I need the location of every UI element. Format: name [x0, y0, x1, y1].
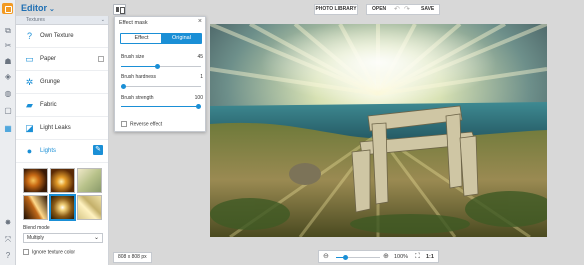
reverse-effect-checkbox[interactable]: Reverse effect	[121, 121, 162, 127]
brush-size-value: 45	[197, 54, 203, 60]
photo-image	[210, 24, 547, 237]
tool-strip: ⧉ ✂ ☗ ◈ ◍ ▢ ▦ ✸ ⤧ ?	[0, 0, 16, 265]
actual-size-button[interactable]: 1:1	[426, 253, 434, 261]
brush-size-row: Brush size 45	[121, 54, 203, 60]
brush-size-label: Brush size	[121, 54, 145, 60]
category-label: Own Texture	[40, 33, 74, 39]
category-fabric[interactable]: ▰ Fabric	[16, 94, 108, 117]
category-label: Fabric	[40, 102, 57, 108]
texture-thumbnail[interactable]	[77, 168, 102, 193]
blend-mode-select[interactable]: Multiply ⌄	[23, 233, 103, 243]
help-icon[interactable]: ?	[3, 251, 13, 261]
zoom-bar: ⊖ ⊕ 100% ⛶ 1:1	[318, 250, 439, 263]
grunge-icon: ✲	[25, 77, 34, 87]
effect-mask-dialog: Effect mask × Effect Original Brush size…	[114, 16, 206, 132]
panel-section-header[interactable]: Textures ⌄	[16, 16, 108, 25]
slider-track-rest	[122, 86, 201, 87]
texture-thumbnail[interactable]	[77, 195, 102, 220]
photo-library-button[interactable]: PHOTO LIBRARY	[314, 4, 358, 15]
mask-mode-toggle: Effect Original	[120, 33, 202, 44]
image-icon	[98, 56, 104, 62]
category-label: Light Leaks	[40, 125, 71, 131]
image-dimensions: 808 x 808 px	[113, 252, 152, 263]
section-title: Textures	[26, 17, 45, 23]
close-icon[interactable]: ×	[198, 18, 202, 25]
brush-size-slider[interactable]	[121, 64, 201, 69]
brush-strength-row: Brush strength 100	[121, 95, 203, 101]
reverse-effect-label: Reverse effect	[130, 121, 163, 128]
compare-split-button[interactable]	[113, 4, 126, 15]
fit-screen-icon[interactable]: ⛶	[415, 252, 420, 261]
chevron-down-icon: ⌄	[49, 6, 55, 13]
touch-up-icon[interactable]: ☗	[3, 57, 13, 67]
photo-canvas[interactable]	[210, 24, 547, 237]
brush-hardness-row: Brush hardness 1	[121, 74, 203, 80]
category-lights[interactable]: ● Lights ✎	[16, 140, 108, 163]
ignore-texture-color-label: Ignore texture color	[32, 249, 76, 256]
ignore-texture-color-checkbox[interactable]: Ignore texture color	[23, 249, 75, 255]
chevron-down-icon: ⌄	[93, 235, 99, 241]
lights-icon: ●	[26, 146, 33, 156]
undo-icon[interactable]: ↶	[394, 5, 400, 14]
chevron-down-icon: ⌄	[100, 17, 105, 23]
category-label: Paper	[40, 56, 57, 62]
zoom-slider[interactable]	[336, 255, 380, 260]
textures-icon[interactable]: ▦	[3, 124, 13, 134]
fabric-icon: ▰	[26, 100, 33, 110]
open-button[interactable]: OPEN	[372, 5, 386, 14]
slider-handle[interactable]	[196, 104, 201, 109]
category-light-leaks[interactable]: ◪ Light Leaks	[16, 117, 108, 140]
app-logo-icon[interactable]	[2, 3, 13, 14]
category-paper[interactable]: ▭ Paper	[16, 48, 108, 71]
fullscreen-icon[interactable]: ⤧	[3, 235, 13, 245]
zoom-in-icon[interactable]: ⊕	[383, 253, 389, 261]
effects-icon[interactable]: ◍	[3, 89, 13, 99]
brush-hardness-slider[interactable]	[121, 84, 201, 89]
texture-thumbnail[interactable]	[23, 195, 48, 220]
texture-thumbnail-selected[interactable]	[50, 195, 75, 220]
blend-mode-label: Blend mode	[23, 225, 50, 231]
texture-thumbnail[interactable]	[50, 168, 75, 193]
bulb-icon[interactable]: ✸	[3, 218, 13, 228]
app-title[interactable]: Editor ⌄	[21, 3, 55, 13]
zoom-slider-handle[interactable]	[343, 255, 348, 260]
category-label: Grunge	[40, 79, 61, 85]
brush-strength-slider[interactable]	[121, 104, 201, 109]
app-title-label: Editor	[21, 3, 47, 13]
zoom-value: 100%	[394, 254, 409, 260]
category-label: Lights	[40, 148, 57, 154]
dialog-title: Effect mask	[119, 20, 148, 26]
texture-thumbnail[interactable]	[23, 168, 48, 193]
brush-strength-label: Brush strength	[121, 95, 154, 101]
brush-hardness-value: 1	[200, 74, 203, 80]
category-own-texture[interactable]: ? Own Texture	[16, 25, 108, 48]
texture-thumbnails	[23, 168, 103, 221]
zoom-out-icon[interactable]: ⊖	[323, 253, 329, 261]
redo-icon[interactable]: ↷	[404, 5, 410, 14]
checkbox-icon	[23, 249, 29, 255]
save-button[interactable]: SAVE	[421, 5, 434, 14]
tab-original[interactable]: Original	[161, 34, 201, 43]
filters-icon[interactable]: ◈	[3, 72, 13, 82]
crop-icon[interactable]: ⧉	[3, 26, 13, 36]
frames-icon[interactable]: ▢	[3, 106, 13, 116]
slider-track-rest	[157, 66, 201, 67]
paper-icon: ▭	[25, 54, 34, 64]
tab-effect[interactable]: Effect	[121, 34, 162, 43]
edit-mask-button[interactable]: ✎	[93, 145, 103, 155]
category-grunge[interactable]: ✲ Grunge	[16, 71, 108, 94]
brush-hardness-label: Brush hardness	[121, 74, 157, 80]
blend-mode-value: Multiply	[27, 235, 44, 241]
light-leaks-icon: ◪	[25, 123, 34, 133]
slider-handle[interactable]	[155, 64, 160, 69]
checkbox-icon	[121, 121, 127, 127]
slider-handle[interactable]	[121, 84, 126, 89]
question-box-icon: ?	[26, 31, 32, 41]
file-actions-group: OPEN ↶ ↷ SAVE	[366, 4, 440, 15]
brush-strength-value: 100	[194, 95, 203, 101]
tools-icon[interactable]: ✂	[3, 41, 13, 51]
